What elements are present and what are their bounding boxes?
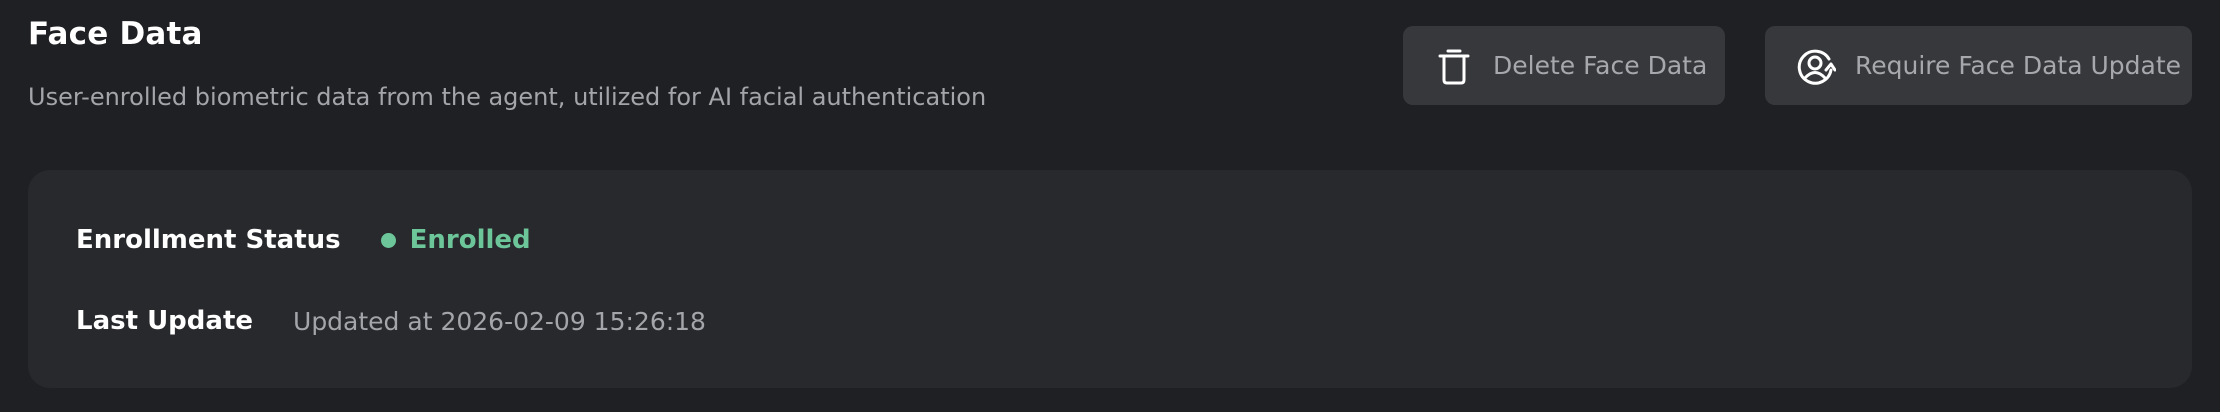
enrollment-status-label: Enrollment Status — [76, 225, 341, 255]
face-data-page: Face Data User-enrolled biometric data f… — [0, 0, 2220, 412]
face-data-card: Enrollment Status Enrolled Last Update U… — [28, 170, 2192, 388]
action-bar: Delete Face Data Require Face Data Updat… — [1403, 26, 2192, 105]
last-update-value: Updated at 2026-02-09 15:26:18 — [293, 306, 706, 336]
face-refresh-icon — [1795, 45, 1837, 87]
delete-face-data-button[interactable]: Delete Face Data — [1403, 26, 1725, 105]
page-title: Face Data — [28, 16, 203, 52]
delete-face-data-label: Delete Face Data — [1493, 51, 1708, 80]
page-subtitle: User-enrolled biometric data from the ag… — [28, 83, 987, 111]
require-face-data-update-button[interactable]: Require Face Data Update — [1765, 26, 2192, 105]
last-update-label: Last Update — [76, 306, 254, 336]
enrollment-status-value: Enrolled — [409, 225, 531, 255]
last-update-row: Last Update Updated at 2026-02-09 15:26:… — [76, 301, 706, 341]
status-badge: Enrolled — [380, 225, 531, 255]
section-header: Face Data User-enrolled biometric data f… — [28, 0, 2192, 150]
trash-icon — [1433, 45, 1475, 87]
enrollment-status-row: Enrollment Status Enrolled — [76, 220, 531, 260]
status-dot-icon — [380, 232, 396, 248]
require-face-data-update-label: Require Face Data Update — [1855, 51, 2182, 80]
